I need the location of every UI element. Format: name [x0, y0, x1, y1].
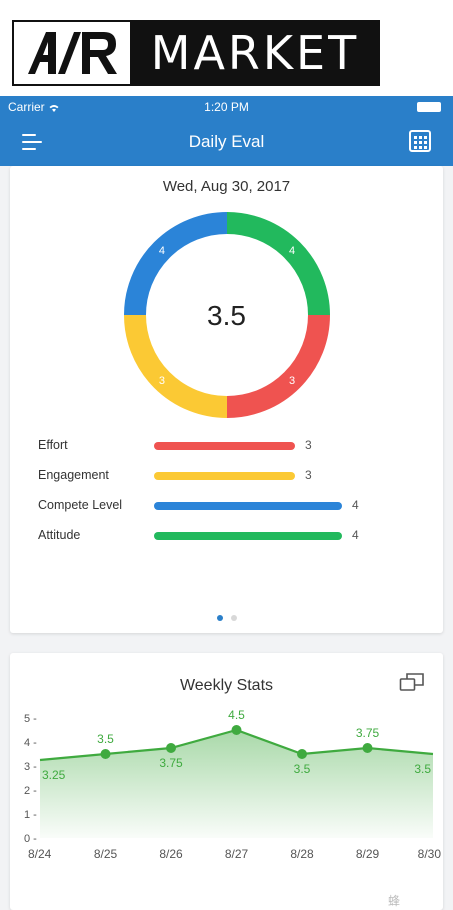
metric-value: 4 — [352, 528, 359, 542]
metric-bar — [154, 502, 342, 510]
y-tick-label: 1 - — [24, 809, 37, 821]
logo-ar-mark — [14, 22, 132, 84]
x-tick-label: 8/27 — [225, 847, 249, 861]
battery-icon — [417, 102, 441, 112]
y-tick-label: 3 - — [24, 761, 37, 773]
weekly-data-point — [362, 743, 373, 753]
weekly-data-label: 3.5 — [97, 732, 114, 746]
page-dot[interactable] — [230, 615, 237, 621]
metric-label: Engagement — [38, 468, 109, 482]
metric-value: 3 — [305, 468, 312, 482]
x-tick-label: 8/25 — [94, 847, 118, 861]
weekly-data-label: 3.75 — [356, 726, 380, 740]
weekly-data-label: 4.5 — [228, 708, 245, 722]
y-tick-label: 5 - — [24, 713, 37, 725]
watermark-icon: 蜂 — [388, 894, 401, 908]
metric-row: Attitude 4 — [38, 524, 433, 554]
weekly-data-label: 3.5 — [294, 762, 311, 776]
x-tick-label: 8/28 — [290, 847, 314, 861]
y-tick-label: 0 - — [24, 833, 37, 845]
metric-track — [154, 532, 342, 540]
weekly-area-fill — [40, 730, 433, 838]
status-time: 1:20 PM — [204, 100, 249, 114]
weekly-data-point — [166, 743, 176, 753]
donut-slice-label: 3 — [289, 375, 295, 387]
metric-label: Attitude — [38, 528, 81, 542]
metric-label: Effort — [38, 438, 68, 452]
metric-label: Compete Level — [38, 498, 123, 512]
calendar-icon[interactable] — [409, 130, 431, 152]
metric-track — [154, 472, 342, 480]
y-tick-label: 4 - — [24, 737, 37, 749]
logo-market-text: MARKET — [132, 22, 378, 84]
donut-slice-label: 4 — [289, 245, 295, 257]
brand-banner: MARKET — [0, 0, 453, 96]
metric-value: 3 — [305, 438, 312, 452]
weekly-data-point — [297, 749, 307, 759]
logo-ar-glyph — [28, 32, 117, 74]
weekly-line-chart: 0 - 1 - 2 - 3 - 4 - 5 - 3.25 3.5 3.75 4.5 3.5 3.75 3… — [24, 708, 442, 861]
metric-bar — [154, 442, 295, 450]
weekly-stats-title: Weekly Stats — [179, 677, 274, 694]
weekly-data-label: 3.5 — [414, 762, 431, 776]
average-score: 3.5 — [207, 300, 246, 331]
metric-bar — [154, 532, 342, 540]
daily-eval-card[interactable]: Wed, Aug 30, 2017 4334 3.5 Effort 3 Engage… — [10, 166, 443, 633]
ar-market-logo: MARKET — [12, 20, 380, 86]
nav-bar: Daily Eval — [0, 118, 453, 166]
metric-row: Engagement 3 — [38, 464, 433, 494]
y-tick-label: 2 - — [24, 785, 37, 797]
x-tick-label: 8/24 — [28, 847, 52, 861]
metric-track — [154, 502, 342, 510]
weekly-data-label: 3.25 — [42, 768, 66, 782]
donut-slice-label: 4 — [159, 245, 165, 257]
page-title: Daily Eval — [188, 132, 265, 151]
expand-icon[interactable] — [399, 671, 425, 693]
weekly-data-label: 3.75 — [159, 756, 183, 770]
weekly-data-point — [231, 725, 242, 735]
scroll-content[interactable]: Wed, Aug 30, 2017 4334 3.5 Effort 3 Engage… — [0, 166, 453, 910]
x-tick-label: 8/29 — [356, 847, 380, 861]
metric-row: Compete Level 4 — [38, 494, 433, 524]
x-tick-label: 8/26 — [159, 847, 183, 861]
metric-value: 4 — [352, 498, 359, 512]
metric-bar — [154, 472, 295, 480]
x-tick-label: 8/30 — [418, 847, 442, 861]
metric-track — [154, 442, 342, 450]
status-bar: Carrier 1:20 PM — [0, 96, 453, 118]
weekly-stats-card[interactable]: Weekly Stats 0 - 1 - 2 - 3 - 4 - 5 - 3.25 3.5 3.… — [10, 653, 443, 910]
page-indicator[interactable] — [10, 608, 443, 626]
page-dot[interactable] — [216, 615, 223, 621]
donut-slice-label: 3 — [159, 375, 165, 387]
eval-date: Wed, Aug 30, 2017 — [162, 178, 291, 195]
weekly-data-point — [100, 749, 111, 759]
metric-list: Effort 3 Engagement 3 Compete Level 4 Attitude… — [38, 434, 433, 554]
metric-row: Effort 3 — [38, 434, 433, 464]
